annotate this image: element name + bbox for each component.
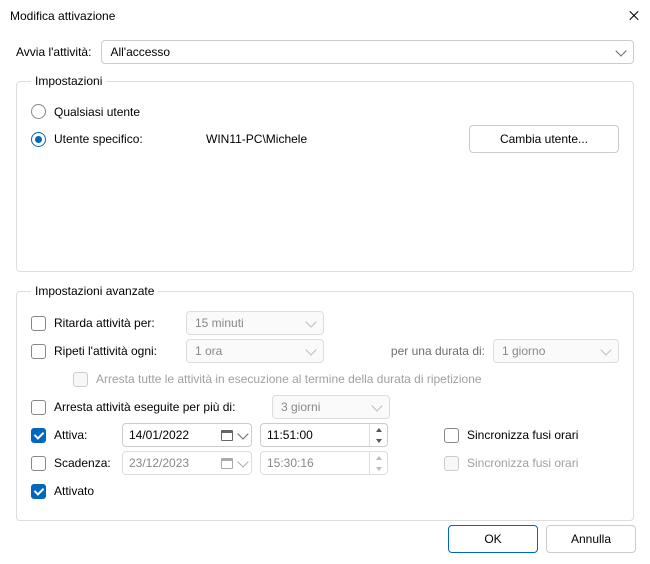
expire-label: Scadenza:: [54, 456, 114, 470]
expire-time-value: 15:30:16: [267, 456, 369, 470]
stop-long-value: 3 giorni: [281, 400, 320, 414]
repeat-value: 1 ora: [195, 344, 222, 358]
change-user-button[interactable]: Cambia utente...: [469, 125, 619, 153]
activate-date-input[interactable]: 14/01/2022: [122, 423, 252, 447]
any-user-radio-row[interactable]: Qualsiasi utente: [31, 104, 619, 119]
sync-tz-expire-label: Sincronizza fusi orari: [467, 456, 578, 470]
repeat-checkbox[interactable]: [31, 344, 46, 359]
specific-user-value: WIN11-PC\Michele: [206, 132, 469, 146]
settings-legend: Impostazioni: [31, 74, 106, 88]
duration-label: per una durata di:: [391, 344, 485, 358]
duration-select[interactable]: 1 giorno: [493, 339, 619, 363]
delay-checkbox[interactable]: [31, 316, 46, 331]
any-user-radio[interactable]: [31, 104, 46, 119]
specific-user-radio-row[interactable]: Utente specifico:: [31, 132, 206, 147]
repeat-label: Ripeti l'attività ogni:: [54, 344, 178, 358]
chevron-down-icon: [305, 344, 316, 355]
chevron-down-icon: [371, 400, 382, 411]
advanced-legend: Impostazioni avanzate: [31, 284, 158, 298]
time-spinner: [369, 452, 387, 474]
stop-long-checkbox[interactable]: [31, 400, 46, 415]
expire-time-input: 15:30:16: [260, 451, 388, 475]
any-user-label: Qualsiasi utente: [54, 105, 140, 119]
spinner-down-icon: [376, 467, 382, 471]
activate-checkbox[interactable]: [31, 428, 46, 443]
activate-time-value: 11:51:00: [267, 428, 369, 442]
delay-select[interactable]: 15 minuti: [186, 311, 324, 335]
close-icon[interactable]: [628, 10, 640, 22]
spinner-down-icon: [376, 439, 382, 443]
window-title: Modifica attivazione: [10, 9, 115, 23]
repeat-select[interactable]: 1 ora: [186, 339, 324, 363]
settings-group: Impostazioni Qualsiasi utente Utente spe…: [16, 74, 634, 272]
chevron-down-icon: [237, 456, 248, 467]
activate-date-value: 14/01/2022: [129, 428, 215, 442]
expire-date-value: 23/12/2023: [129, 456, 215, 470]
enabled-label: Attivato: [54, 484, 94, 498]
chevron-down-icon: [305, 316, 316, 327]
calendar-icon: [221, 458, 233, 469]
chevron-down-icon: [615, 45, 626, 56]
stop-all-checkbox: [73, 372, 88, 387]
spinner-up-icon: [376, 428, 382, 432]
duration-value: 1 giorno: [502, 344, 545, 358]
calendar-icon: [221, 430, 233, 441]
cancel-button[interactable]: Annulla: [546, 525, 636, 553]
sync-tz-activate-label: Sincronizza fusi orari: [467, 428, 578, 442]
chevron-down-icon: [600, 344, 611, 355]
sync-tz-activate-checkbox[interactable]: [444, 428, 459, 443]
start-task-dropdown[interactable]: All'accesso: [101, 40, 634, 64]
start-task-label: Avvia l'attività:: [16, 45, 91, 59]
stop-long-select[interactable]: 3 giorni: [272, 395, 390, 419]
spinner-up-icon: [376, 456, 382, 460]
time-spinner[interactable]: [369, 424, 387, 446]
sync-tz-expire-checkbox: [444, 456, 459, 471]
specific-user-label: Utente specifico:: [54, 132, 143, 146]
delay-label: Ritarda attività per:: [54, 316, 178, 330]
activate-time-input[interactable]: 11:51:00: [260, 423, 388, 447]
stop-long-label: Arresta attività eseguite per più di:: [54, 400, 264, 414]
delay-value: 15 minuti: [195, 316, 244, 330]
chevron-down-icon: [237, 428, 248, 439]
enabled-checkbox[interactable]: [31, 484, 46, 499]
ok-button[interactable]: OK: [448, 525, 538, 553]
expire-date-input: 23/12/2023: [122, 451, 252, 475]
advanced-settings-group: Impostazioni avanzate Ritarda attività p…: [16, 284, 634, 521]
start-task-value: All'accesso: [110, 45, 170, 59]
expire-checkbox[interactable]: [31, 456, 46, 471]
specific-user-radio[interactable]: [31, 132, 46, 147]
stop-all-label: Arresta tutte le attività in esecuzione …: [96, 372, 482, 386]
activate-label: Attiva:: [54, 428, 114, 442]
